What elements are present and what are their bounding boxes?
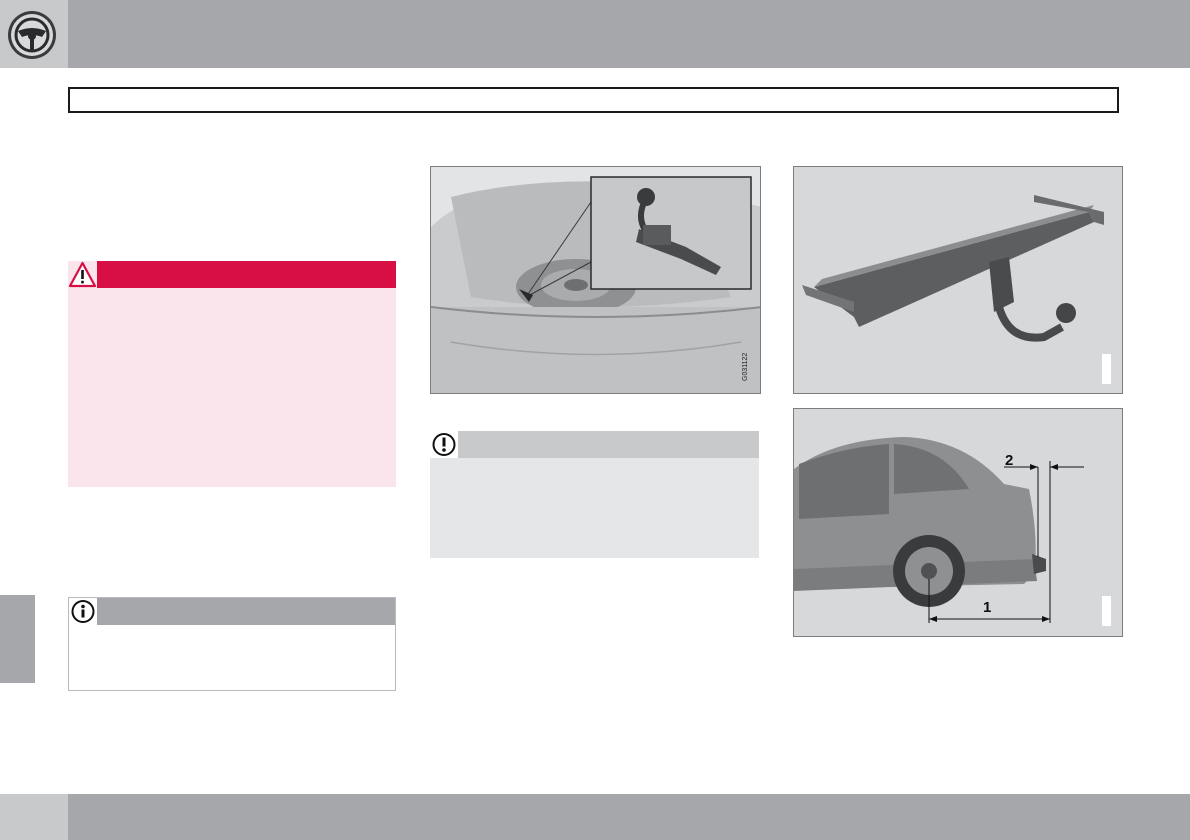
section-header-box	[68, 87, 1119, 113]
figure-tag	[1102, 354, 1111, 384]
chapter-tab	[0, 595, 35, 683]
figure-code: G031122	[742, 352, 749, 381]
note-header-bar	[69, 598, 395, 625]
figure-tag	[1102, 596, 1111, 626]
warning-box	[68, 261, 396, 487]
towbar-assembly-figure	[793, 166, 1123, 394]
warning-header-bar	[68, 261, 396, 288]
bottom-band	[68, 794, 1190, 840]
dimension-label-2: 2	[1005, 452, 1014, 469]
rear-dimensions-figure: 1 2	[793, 408, 1123, 637]
warning-triangle-icon	[68, 261, 97, 288]
note-box	[68, 597, 396, 691]
info-circle-icon	[69, 598, 97, 625]
important-header-bar	[430, 431, 759, 458]
trunk-towbar-figure: G031122	[430, 166, 761, 394]
dimension-label-1: 1	[983, 599, 992, 616]
exclamation-circle-icon	[430, 431, 458, 458]
top-band	[68, 0, 1190, 68]
bottom-band-left	[0, 794, 68, 840]
important-box	[430, 431, 759, 558]
steering-wheel-icon	[6, 9, 58, 61]
